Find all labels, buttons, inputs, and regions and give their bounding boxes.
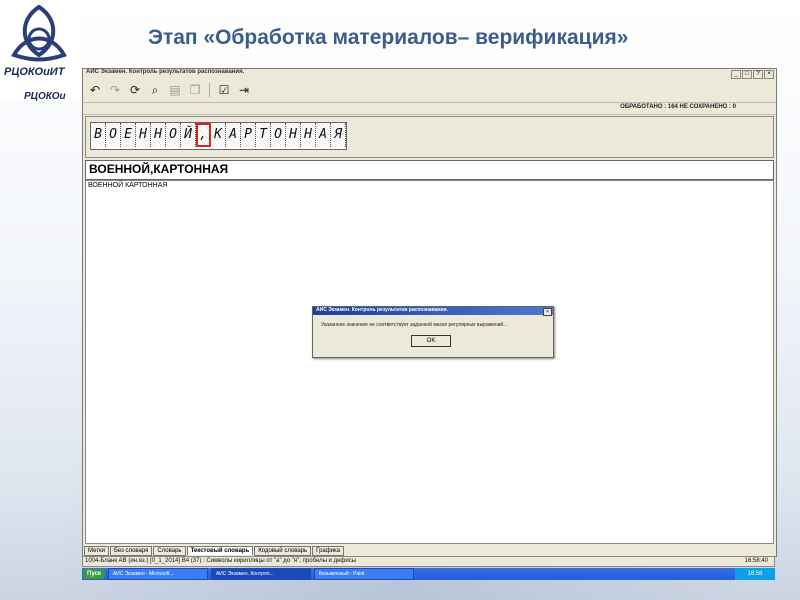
window-controls: _ □ ? × <box>731 70 774 79</box>
char-cell[interactable]: Т <box>256 123 271 147</box>
close-button[interactable]: × <box>764 70 774 79</box>
char-cell[interactable]: Й <box>181 123 196 147</box>
status-field-info: 1004-Бланк АВ (ин.яз.) [0_1_2014] В4 (37… <box>85 558 357 564</box>
slide-title: Этап «Обработка материалов– верификация» <box>148 26 629 49</box>
redo-icon[interactable]: ↷ <box>107 82 123 98</box>
paste-icon[interactable]: ▤ <box>167 82 183 98</box>
logo-knot-icon <box>11 4 67 62</box>
copy-icon[interactable]: ❐ <box>187 82 203 98</box>
recognized-text-field[interactable]: ВОЕННОЙ,КАРТОННАЯ <box>85 160 774 180</box>
task-item[interactable]: АИС Экзамен - Microsoft... <box>107 568 208 580</box>
logo: РЦОКОиИТ РЦОКОи <box>0 0 80 102</box>
tab-text-dictionary[interactable]: Текстовый словарь <box>186 546 254 555</box>
minimize-button[interactable]: _ <box>731 70 741 79</box>
dialog-title: АИС Экзамен. Контроль результатов распоз… <box>316 307 448 313</box>
logo-text: РЦОКОиИТ <box>4 66 65 78</box>
char-cell[interactable]: Н <box>136 123 151 147</box>
refresh-icon[interactable]: ⟳ <box>127 82 143 98</box>
dialog-close-button[interactable]: × <box>543 308 552 316</box>
tab-graphics[interactable]: Графика <box>312 546 345 556</box>
char-cell[interactable]: Е <box>121 123 136 147</box>
status-bar: 1004-Бланк АВ (ин.яз.) [0_1_2014] В4 (37… <box>82 556 775 567</box>
tab-no-dictionary[interactable]: Без словаря <box>109 546 153 556</box>
logo-text-shadow: РЦОКОи <box>24 91 66 102</box>
dialog-titlebar: АИС Экзамен. Контроль результатов распоз… <box>313 307 553 316</box>
highlighted-char-cell[interactable]: , <box>196 123 211 147</box>
bottom-tabs: Метки Без словаря Словарь Текстовый слов… <box>83 546 777 556</box>
dialog-message: Указанное значение не соответствует зада… <box>321 322 508 328</box>
toolbar: ↶ ↷ ⟳ ⌕ ▤ ❐ ☑ ⇥ <box>83 80 776 100</box>
ok-button[interactable]: OK <box>411 335 451 347</box>
processing-status: ОБРАБОТАНО : 164 НЕ СОХРАНЕНО : 0 <box>620 104 736 110</box>
status-time: 16:58:40 <box>744 558 768 564</box>
error-dialog: АИС Экзамен. Контроль результатов распоз… <box>312 306 554 358</box>
toolbar-separator <box>209 83 210 97</box>
start-button[interactable]: Пуск <box>83 569 105 579</box>
tab-code-dictionary[interactable]: Кодовый словарь <box>254 546 312 556</box>
char-cell[interactable]: А <box>226 123 241 147</box>
processing-status-row: ОБРАБОТАНО : 164 НЕ СОХРАНЕНО : 0 <box>83 102 776 115</box>
char-cell[interactable]: Н <box>151 123 166 147</box>
char-cell[interactable]: Я <box>331 123 346 147</box>
maximize-button[interactable]: □ <box>742 70 752 79</box>
char-cell[interactable]: О <box>106 123 121 147</box>
char-cell[interactable]: Н <box>301 123 316 147</box>
task-item[interactable]: Безымянный - Paint <box>313 568 414 580</box>
char-cell[interactable]: Р <box>241 123 256 147</box>
task-item-active[interactable]: АИС Экзамен. Контрол... <box>210 568 311 580</box>
char-cell[interactable]: Н <box>286 123 301 147</box>
system-tray-clock: 16:58 <box>735 568 775 580</box>
app-title: АИС Экзамен. Контроль результатов распоз… <box>86 69 245 75</box>
char-cell[interactable]: О <box>166 123 181 147</box>
search-icon[interactable]: ⌕ <box>147 82 163 98</box>
help-button[interactable]: ? <box>753 70 763 79</box>
char-cell[interactable]: А <box>316 123 331 147</box>
char-cell[interactable]: К <box>211 123 226 147</box>
check-icon[interactable]: ☑ <box>216 82 232 98</box>
work-text: ВОЕННОЙ КАРТОННАЯ <box>88 182 168 189</box>
recognized-text: ВОЕННОЙ,КАРТОННАЯ <box>89 162 229 176</box>
image-panel: ВОЕННОЙ,КАРТОННАЯ <box>85 116 774 158</box>
tab-marks[interactable]: Метки <box>84 546 109 556</box>
char-cell[interactable]: О <box>271 123 286 147</box>
exit-icon[interactable]: ⇥ <box>236 82 252 98</box>
scanned-field-image: ВОЕННОЙ,КАРТОННАЯ <box>90 122 347 150</box>
work-area[interactable]: ВОЕННОЙ КАРТОННАЯ АИС Экзамен. Контроль … <box>85 180 774 544</box>
app-window: АИС Экзамен. Контроль результатов распоз… <box>82 68 777 557</box>
undo-icon[interactable]: ↶ <box>87 82 103 98</box>
app-titlebar: АИС Экзамен. Контроль результатов распоз… <box>83 69 776 79</box>
tab-dictionary[interactable]: Словарь <box>153 546 186 556</box>
char-cell[interactable]: В <box>91 123 106 147</box>
taskbar: Пуск АИС Экзамен - Microsoft... АИС Экза… <box>82 568 775 580</box>
